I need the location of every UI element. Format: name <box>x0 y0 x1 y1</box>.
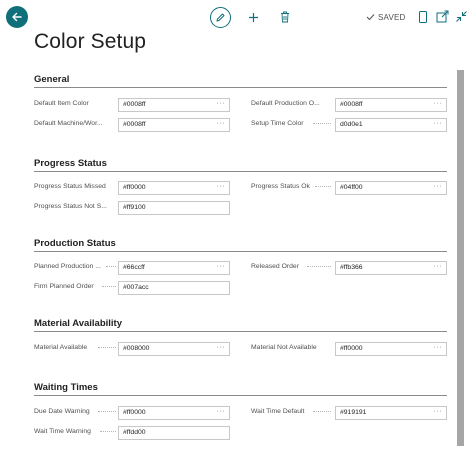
section-production-status: Production Status <box>34 236 447 252</box>
field-label: Released Order <box>251 263 299 270</box>
back-button[interactable] <box>6 6 28 28</box>
section-waiting-times: Waiting Times <box>34 380 447 396</box>
field-label: Setup Time Color <box>251 120 304 127</box>
scrollbar[interactable] <box>457 70 464 446</box>
field-planned-production: Planned Production ... #66ccff ··· <box>34 261 230 275</box>
field-material-not-available: Material Not Available #ff0000 ··· <box>251 342 447 356</box>
field-wait-time-default: Wait Time Default #919191 ··· <box>251 406 447 420</box>
field-label: Progress Status Ok <box>251 183 310 190</box>
field-label: Material Available <box>34 344 88 351</box>
field-label: Planned Production ... <box>34 263 101 270</box>
material-not-available-input[interactable]: #ff0000 ··· <box>335 342 447 356</box>
field-label: Firm Planned Order <box>34 283 94 290</box>
field-default-machine-work: Default Machine/Wor... #0008ff ··· <box>34 118 230 132</box>
lookup-button[interactable]: ··· <box>434 100 443 107</box>
delete-button[interactable] <box>278 9 292 25</box>
field-material-available: Material Available #008000 ··· <box>34 342 230 356</box>
field-label: Progress Status Not S... <box>34 203 107 210</box>
field-due-date-warning: Due Date Warning #ff0000 ··· <box>34 406 230 420</box>
saved-label: SAVED <box>378 12 406 22</box>
firm-planned-order-input[interactable]: #007acc <box>118 281 230 295</box>
section-header-general[interactable]: General <box>34 72 447 88</box>
field-label: Progress Status Missed <box>34 183 106 190</box>
progress-status-not-s-input[interactable]: #ff9100 <box>118 201 230 215</box>
lookup-button[interactable]: ··· <box>434 408 443 415</box>
field-label: Default Machine/Wor... <box>34 120 103 127</box>
default-production-order-input[interactable]: #0008ff ··· <box>335 98 447 112</box>
checkmark-icon <box>366 14 375 21</box>
back-arrow-icon <box>12 12 22 22</box>
field-dots <box>106 266 116 268</box>
field-label: Due Date Warning <box>34 408 90 415</box>
field-dots <box>100 431 116 433</box>
field-label: Material Not Available <box>251 344 317 351</box>
page-title: Color Setup <box>34 30 146 53</box>
field-default-item-color: Default Item Color #0008ff ··· <box>34 98 230 112</box>
wait-time-warning-input[interactable]: #ffdd00 <box>118 426 230 440</box>
section-header-material-availability[interactable]: Material Availability <box>34 316 447 332</box>
lookup-button[interactable]: ··· <box>434 344 443 351</box>
lookup-button[interactable]: ··· <box>434 263 443 270</box>
lookup-button[interactable]: ··· <box>434 120 443 127</box>
due-date-warning-input[interactable]: #ff0000 ··· <box>118 406 230 420</box>
field-firm-planned-order: Firm Planned Order #007acc <box>34 281 230 295</box>
planned-production-input[interactable]: #66ccff ··· <box>118 261 230 275</box>
material-available-input[interactable]: #008000 ··· <box>118 342 230 356</box>
field-label: Default Production O... <box>251 100 320 107</box>
field-released-order: Released Order #ffb366 ··· <box>251 261 447 275</box>
wait-time-default-input[interactable]: #919191 ··· <box>335 406 447 420</box>
field-setup-time-color: Setup Time Color d0d0e1 ··· <box>251 118 447 132</box>
lookup-button[interactable]: ··· <box>217 120 226 127</box>
setup-time-color-input[interactable]: d0d0e1 ··· <box>335 118 447 132</box>
saved-status: SAVED <box>366 11 406 23</box>
progress-status-missed-input[interactable]: #ff0000 ··· <box>118 181 230 195</box>
field-dots <box>98 411 116 413</box>
field-default-production-order: Default Production O... #0008ff ··· <box>251 98 447 112</box>
pencil-icon <box>216 13 225 22</box>
released-order-input[interactable]: #ffb366 ··· <box>335 261 447 275</box>
lookup-button[interactable]: ··· <box>217 263 226 270</box>
lookup-button[interactable]: ··· <box>217 344 226 351</box>
section-header-waiting-times[interactable]: Waiting Times <box>34 380 447 396</box>
field-label: Wait Time Default <box>251 408 305 415</box>
collapse-icon <box>456 11 467 22</box>
field-progress-status-missed: Progress Status Missed #ff0000 ··· <box>34 181 230 195</box>
add-button[interactable] <box>245 9 261 25</box>
trash-icon <box>281 11 289 23</box>
default-machine-work-input[interactable]: #0008ff ··· <box>118 118 230 132</box>
share-icon <box>419 11 427 23</box>
expand-button[interactable] <box>436 10 449 23</box>
field-progress-status-ok: Progress Status Ok #04ff00 ··· <box>251 181 447 195</box>
share-button[interactable] <box>417 10 429 24</box>
field-label: Default Item Color <box>34 100 89 107</box>
lookup-button[interactable]: ··· <box>217 183 226 190</box>
section-header-progress-status[interactable]: Progress Status <box>34 156 447 172</box>
section-progress-status: Progress Status <box>34 156 447 172</box>
collapse-button[interactable] <box>455 10 468 23</box>
default-item-color-input[interactable]: #0008ff ··· <box>118 98 230 112</box>
expand-icon <box>436 10 449 23</box>
field-wait-time-warning: Wait Time Warning #ffdd00 <box>34 426 230 440</box>
field-dots <box>98 347 116 349</box>
lookup-button[interactable]: ··· <box>217 100 226 107</box>
plus-icon <box>248 12 258 22</box>
section-material-availability: Material Availability <box>34 316 447 332</box>
field-dots <box>307 266 331 268</box>
edit-button[interactable] <box>210 7 231 28</box>
section-header-production-status[interactable]: Production Status <box>34 236 447 252</box>
field-progress-status-not-s: Progress Status Not S... #ff9100 <box>34 201 230 215</box>
progress-status-ok-input[interactable]: #04ff00 ··· <box>335 181 447 195</box>
field-label: Wait Time Warning <box>34 428 91 435</box>
field-dots <box>102 286 116 288</box>
field-dots <box>313 411 331 413</box>
field-dots <box>313 123 331 125</box>
lookup-button[interactable]: ··· <box>217 408 226 415</box>
lookup-button[interactable]: ··· <box>434 183 443 190</box>
field-dots <box>315 186 331 188</box>
section-general: General <box>34 72 447 88</box>
action-bar: SAVED <box>0 0 474 34</box>
